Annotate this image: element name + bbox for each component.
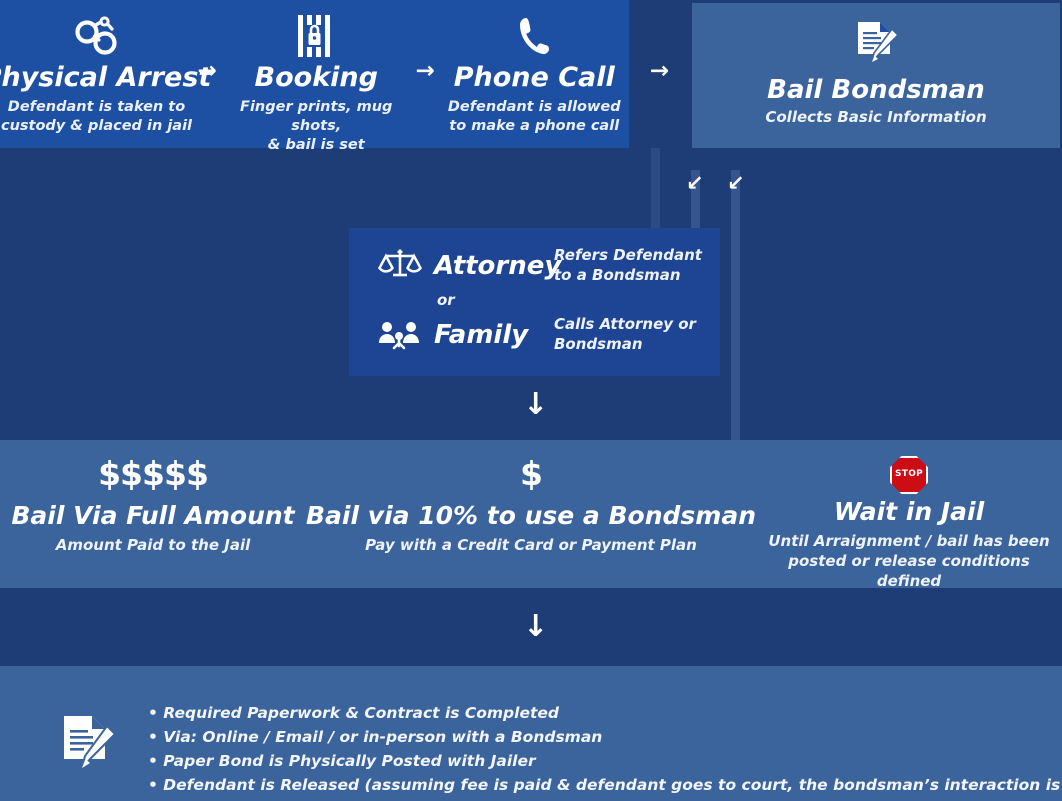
list-item: • Defendant is Released (assuming fee is… (148, 776, 1062, 795)
arrow-right-3: → (649, 58, 670, 84)
option-title: Bail via 10% to use a Bondsman (306, 501, 757, 530)
step-physical-arrest: Physical Arrest Defendant is taken to cu… (0, 0, 211, 136)
dollar-signs-icon: $$$$$ (98, 454, 209, 493)
handcuffs-icon (74, 12, 120, 60)
connector-bar-3 (731, 170, 740, 440)
dollar-sign-icon: $ (520, 454, 543, 493)
list-item: • Via: Online / Email / or in-person wit… (148, 728, 603, 747)
family-note-line1: Calls Attorney or (554, 315, 696, 333)
bail-option-full-amount: $$$$$ Bail Via Full Amount Amount Paid t… (0, 440, 306, 588)
option-description-line2: posted or release conditions defined (788, 551, 1030, 590)
attorney-note: Refers Defendant to a Bondsman (554, 246, 702, 286)
bottom-bullet-list: • Required Paperwork & Contract is Compl… (148, 703, 1062, 799)
connector-bar-1 (651, 148, 660, 230)
step-description-line1: Finger prints, mug shots, (240, 99, 393, 134)
step-description-line1: Defendant is taken to (7, 99, 186, 115)
option-title: Wait in Jail (833, 497, 985, 526)
attorney-label: Attorney (434, 250, 562, 281)
diagonal-arrow-2: ↙ (727, 171, 745, 195)
option-description-line1: Pay with a Credit Card or Payment Plan (365, 536, 697, 554)
step-description-line2: to make a phone call (449, 117, 620, 134)
document-pen-icon (57, 712, 119, 782)
step-booking: Booking Finger prints, mug shots, & bail… (221, 0, 411, 155)
phone-icon (517, 12, 551, 60)
step-description-line1: Defendant is allowed (447, 99, 621, 115)
stop-sign-icon: STOP (890, 456, 929, 494)
arrow-right-1: → (197, 58, 217, 84)
option-title: Bail Via Full Amount (11, 501, 295, 530)
option-description-line1: Amount Paid to the Jail (55, 536, 251, 554)
step-description-line2: & bail is set (267, 136, 365, 153)
jail-bars-lock-icon (296, 12, 336, 60)
diagonal-arrow-1: ↙ (686, 171, 704, 195)
family-note: Calls Attorney or Bondsman (554, 315, 696, 355)
family-row: Family Calls Attorney or Bondsman (372, 315, 696, 355)
attorney-row: Attorney Refers Defendant to a Bondsman (372, 246, 702, 286)
attorney-or-label: or (437, 291, 455, 309)
step-title: Phone Call (453, 62, 615, 93)
step-description: Defendant is allowed to make a phone cal… (448, 98, 621, 136)
arrest-process-box: Physical Arrest Defendant is taken to cu… (0, 0, 629, 153)
list-item: • Paper Bond is Physically Posted with J… (148, 752, 536, 771)
bail-bondsman-box: Bail Bondsman Collects Basic Information (692, 3, 1060, 148)
option-description-line1: Until Arraignment / bail has been (768, 532, 1050, 550)
stop-sign-label: STOP (894, 469, 924, 480)
family-label: Family (434, 319, 529, 350)
family-note-line2: Bondsman (554, 334, 643, 353)
step-title: Physical Arrest (0, 62, 212, 93)
bail-option-wait-in-jail: STOP Wait in Jail Until Arraignment / ba… (756, 440, 1062, 591)
step-description: Defendant is taken to custody & placed i… (1, 98, 192, 136)
option-description: Until Arraignment / bail has been posted… (756, 532, 1062, 591)
bail-options-row: $$$$$ Bail Via Full Amount Amount Paid t… (0, 440, 1062, 591)
step-title: Booking (254, 62, 378, 93)
arrow-right-2: → (415, 58, 435, 84)
list-item: • Required Paperwork & Contract is Compl… (148, 704, 559, 722)
step-phone-call: Phone Call Defendant is allowed to make … (439, 0, 629, 136)
bail-option-bondsman: $ Bail via 10% to use a Bondsman Pay wit… (306, 440, 756, 588)
option-description: Amount Paid to the Jail (56, 536, 250, 556)
attorney-note-line1: Refers Defendant (554, 246, 702, 264)
down-arrow-2: ↓ (523, 609, 549, 644)
down-arrow-1: ↓ (523, 387, 549, 422)
document-pen-icon (852, 19, 900, 73)
scales-icon (372, 249, 428, 283)
step-description: Finger prints, mug shots, & bail is set (221, 98, 411, 155)
stop-sign-wrapper: STOP (890, 456, 929, 494)
attorney-note-line2: to a Bondsman (554, 265, 681, 284)
bondsman-subtitle: Collects Basic Information (765, 108, 987, 126)
step-description-line2: custody & placed in jail (0, 117, 193, 134)
family-people-icon (372, 319, 428, 351)
infographic-canvas: ↙ ↙ Physical Arrest Defendant is taken t… (0, 0, 1062, 801)
bondsman-title: Bail Bondsman (767, 75, 985, 105)
option-description: Pay with a Credit Card or Payment Plan (365, 536, 697, 556)
